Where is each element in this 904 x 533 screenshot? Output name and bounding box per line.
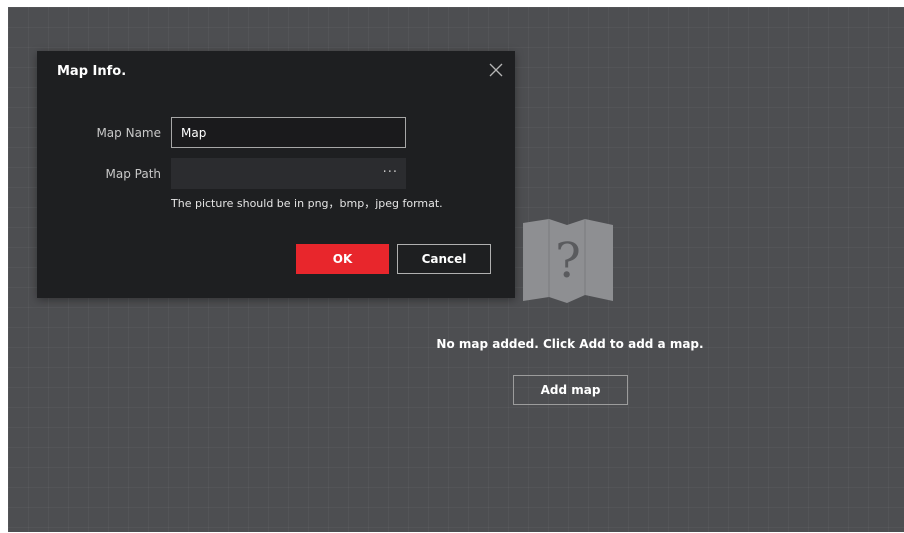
dialog-title: Map Info.	[57, 64, 127, 79]
map-question-icon: ?	[523, 219, 613, 303]
svg-text:?: ?	[555, 233, 581, 289]
map-path-label: Map Path	[105, 167, 162, 181]
empty-map-message: No map added. Click Add to add a map.	[436, 337, 704, 351]
browse-button[interactable]: ···	[383, 165, 398, 180]
add-map-button[interactable]: Add map	[513, 375, 628, 405]
cancel-button[interactable]: Cancel	[397, 244, 491, 274]
map-info-dialog: Map Info. Map Name Map Path ··· The pict…	[37, 51, 515, 298]
map-name-label: Map Name	[96, 126, 161, 140]
ok-button[interactable]: OK	[296, 244, 389, 274]
map-view-area: ? No map added. Click Add to add a map. …	[8, 7, 904, 532]
map-path-input[interactable]: ···	[171, 158, 406, 189]
map-name-input[interactable]	[171, 117, 406, 148]
close-icon[interactable]	[487, 61, 505, 79]
format-hint: The picture should be in png，bmp，jpeg fo…	[171, 197, 443, 210]
